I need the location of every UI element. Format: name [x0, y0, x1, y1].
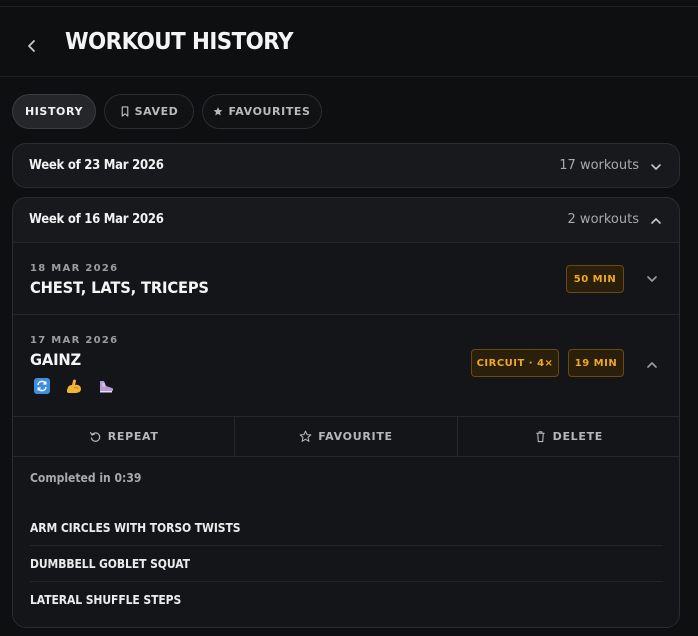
tab-favourites-label: FAVOURITES: [228, 105, 311, 118]
sneaker-emoji-icon: [97, 377, 115, 395]
delete-button[interactable]: DELETE: [458, 417, 679, 456]
exercise-item: ARM CIRCLES WITH TORSO TWISTS: [30, 510, 663, 546]
page-header: WORKOUT HISTORY: [0, 7, 698, 77]
page-title: WORKOUT HISTORY: [65, 29, 293, 55]
week-label: Week of 16 Mar 2026: [29, 212, 164, 227]
bookmark-icon: [121, 106, 128, 117]
workout-row-expanded[interactable]: 17 MAR 2026 GAINZ CIRCUIT · 4× 19 MIN: [13, 314, 679, 416]
delete-button-label: DELETE: [552, 430, 604, 443]
chevron-left-icon: [28, 40, 35, 52]
tab-bar: HISTORY SAVED FAVOURITES: [12, 94, 322, 129]
week-header[interactable]: Week of 23 Mar 2026 17 workouts: [13, 144, 679, 188]
exercise-name: DUMBBELL GOBLET SQUAT: [30, 556, 190, 571]
favourite-button-label: FAVOURITE: [318, 430, 393, 443]
week-header[interactable]: Week of 16 Mar 2026 2 workouts: [13, 198, 679, 242]
week-card: Week of 23 Mar 2026 17 workouts: [12, 143, 680, 188]
chevron-up-icon: [649, 213, 663, 227]
chevron-up-icon[interactable]: [645, 357, 659, 371]
exercise-name: LATERAL SHUFFLE STEPS: [30, 593, 182, 607]
exercise-list: ARM CIRCLES WITH TORSO TWISTS DUMBBELL G…: [30, 510, 663, 618]
chevron-down-icon[interactable]: [645, 271, 659, 285]
tab-history[interactable]: HISTORY: [12, 94, 96, 129]
workout-details: Completed in 0:39 ARM CIRCLES WITH TORSO…: [13, 457, 679, 627]
workout-row[interactable]: 18 MAR 2026 CHEST, LATS, TRICEPS 50 MIN: [13, 242, 679, 314]
completed-time: Completed in 0:39: [30, 471, 142, 485]
exercise-name: ARM CIRCLES WITH TORSO TWISTS: [30, 520, 241, 535]
repeat-button[interactable]: REPEAT: [13, 417, 236, 456]
duration-badge: 50 MIN: [566, 265, 624, 293]
exercise-item: LATERAL SHUFFLE STEPS: [30, 582, 663, 618]
exercise-item: DUMBBELL GOBLET SQUAT: [30, 546, 663, 582]
repeat-emoji-icon: [33, 377, 51, 395]
workout-date: 17 MAR 2026: [30, 335, 119, 346]
back-button[interactable]: [22, 33, 42, 59]
tab-favourites[interactable]: FAVOURITES: [202, 94, 322, 129]
tab-history-label: HISTORY: [24, 105, 84, 118]
star-outline-icon: [299, 430, 312, 442]
workout-name: GAINZ: [30, 350, 82, 369]
week-card-expanded: Week of 16 Mar 2026 2 workouts 18 MAR 20…: [12, 197, 680, 628]
week-label: Week of 23 Mar 2026: [29, 158, 164, 173]
star-icon: [214, 107, 223, 116]
repeat-icon: [89, 431, 100, 442]
workout-actions: REPEAT FAVOURITE DELETE: [13, 416, 679, 457]
tab-saved[interactable]: SAVED: [104, 94, 194, 129]
flexed-biceps-emoji-icon: [65, 377, 83, 395]
circuit-badge: CIRCUIT · 4×: [471, 349, 559, 377]
workout-tags: [33, 377, 115, 395]
workout-date: 18 MAR 2026: [30, 263, 119, 274]
week-workout-count: 17 workouts: [559, 158, 639, 173]
repeat-button-label: REPEAT: [107, 430, 159, 443]
duration-badge: 19 MIN: [568, 349, 624, 377]
chevron-down-icon: [649, 159, 663, 173]
tab-saved-label: SAVED: [134, 105, 179, 118]
workout-name: CHEST, LATS, TRICEPS: [30, 278, 209, 297]
week-workout-count: 2 workouts: [567, 212, 639, 227]
trash-icon: [535, 431, 545, 443]
favourite-button[interactable]: FAVOURITE: [235, 417, 458, 456]
